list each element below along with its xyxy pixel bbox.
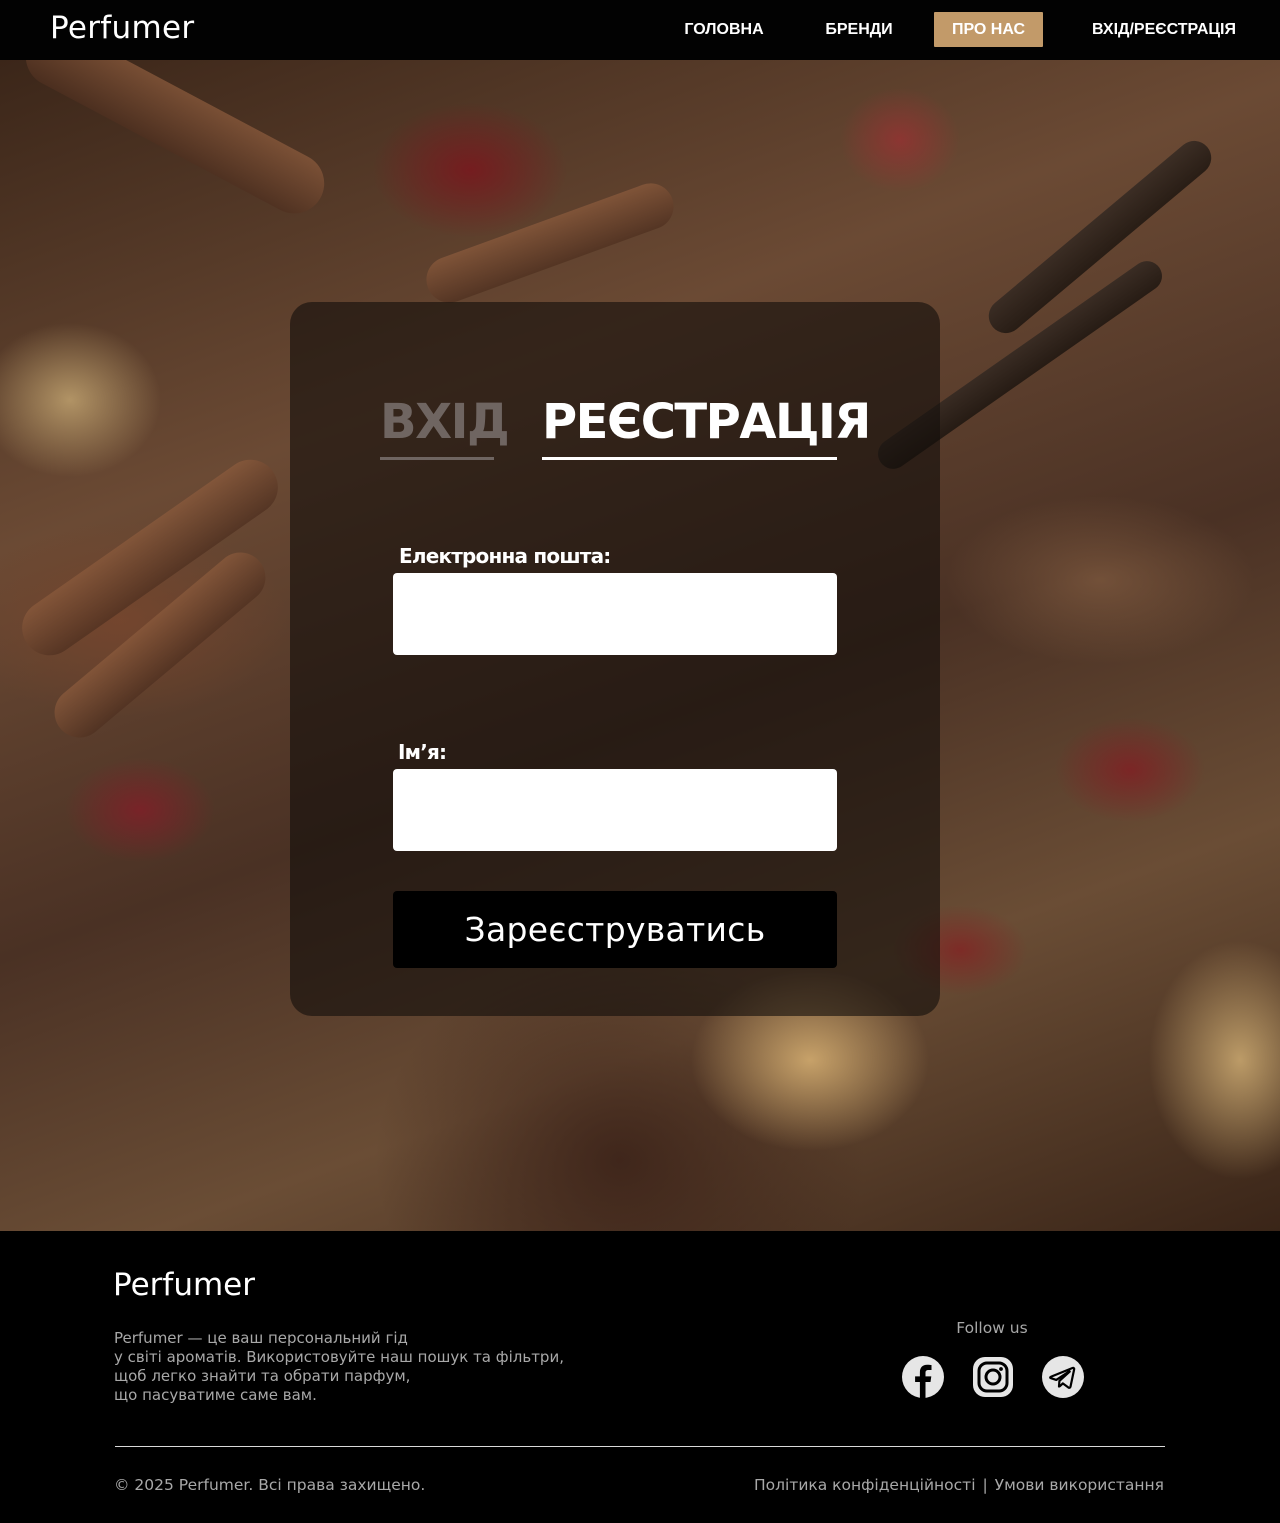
site-header: Perfumer ГОЛОВНА БРЕНДИ ПРО НАС ВХІД/РЕЄ… bbox=[0, 0, 1280, 60]
telegram-icon[interactable] bbox=[1041, 1355, 1085, 1399]
footer-divider bbox=[115, 1446, 1165, 1447]
register-button[interactable]: Зареєструватись bbox=[393, 891, 837, 968]
nav-link-home[interactable]: ГОЛОВНА bbox=[676, 12, 772, 47]
tab-login-underline bbox=[380, 457, 494, 460]
site-footer: Perfumer Perfumer — це ваш персональний … bbox=[0, 1231, 1280, 1523]
tab-register-underline bbox=[542, 457, 837, 460]
follow-us-label: Follow us bbox=[956, 1319, 1028, 1337]
footer-logo: Perfumer bbox=[113, 1267, 255, 1303]
nav-link-login-register[interactable]: ВХІД/РЕЄСТРАЦІЯ bbox=[1080, 12, 1248, 47]
privacy-policy-link[interactable]: Політика конфіденційності bbox=[754, 1476, 976, 1494]
copyright-text: © 2025 Perfumer. Всі права захищено. bbox=[114, 1476, 426, 1494]
footer-description-line: Perfumer — це ваш персональний гід bbox=[114, 1329, 408, 1347]
name-label: Ім’я: bbox=[398, 740, 447, 764]
legal-separator: | bbox=[982, 1476, 988, 1494]
legal-links: Політика конфіденційності | Умови викори… bbox=[754, 1476, 1164, 1494]
hero-background: ВХІД РЕЄСТРАЦІЯ Електронна пошта: Ім’я: … bbox=[0, 60, 1280, 1231]
terms-of-use-link[interactable]: Умови використання bbox=[995, 1476, 1164, 1494]
tab-register[interactable]: РЕЄСТРАЦІЯ bbox=[542, 392, 871, 452]
footer-description: Perfumer — це ваш персональний гід у сві… bbox=[114, 1329, 584, 1405]
name-field[interactable] bbox=[393, 769, 837, 851]
background-decoration bbox=[15, 60, 335, 224]
footer-description-line: у світі ароматів. Використовуйте наш пош… bbox=[114, 1348, 564, 1366]
registration-card: ВХІД РЕЄСТРАЦІЯ Електронна пошта: Ім’я: … bbox=[290, 302, 940, 1016]
email-field[interactable] bbox=[393, 573, 837, 655]
email-label: Електронна пошта: bbox=[399, 544, 611, 568]
nav-link-brands[interactable]: БРЕНДИ bbox=[816, 12, 902, 47]
facebook-icon[interactable] bbox=[901, 1355, 945, 1399]
footer-description-line: щоб легко знайти та обрати парфум, bbox=[114, 1367, 411, 1385]
background-decoration bbox=[419, 176, 681, 310]
site-logo[interactable]: Perfumer bbox=[50, 10, 194, 46]
footer-description-line: що пасуватиме саме вам. bbox=[114, 1386, 317, 1404]
instagram-icon[interactable] bbox=[971, 1355, 1015, 1399]
tab-login[interactable]: ВХІД bbox=[380, 392, 510, 452]
nav-link-about[interactable]: ПРО НАС bbox=[934, 12, 1043, 47]
